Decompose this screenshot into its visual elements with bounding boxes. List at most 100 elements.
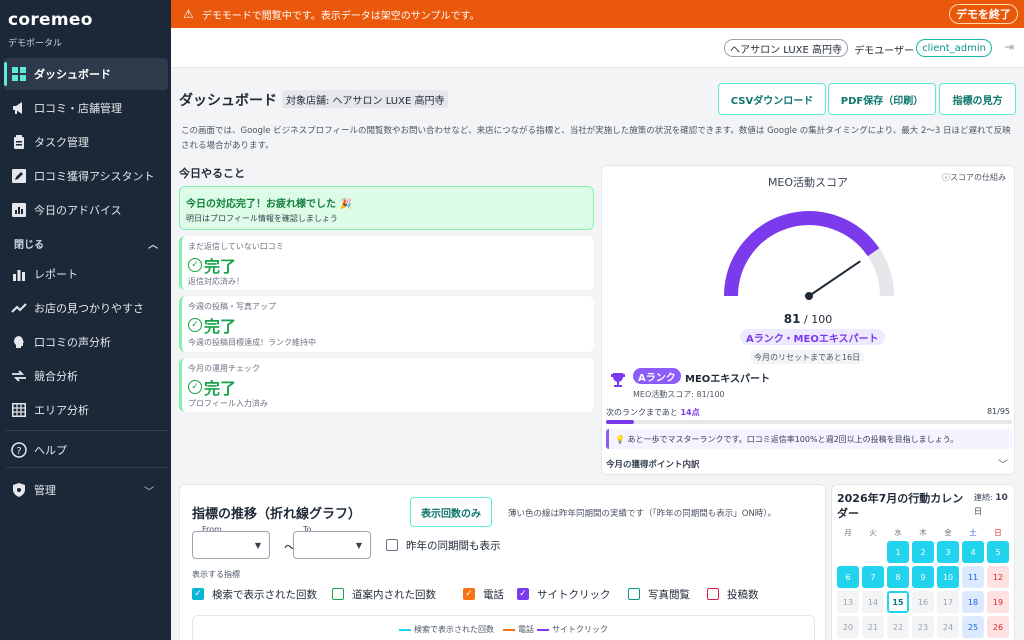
store-selector[interactable]: ヘアサロン LUXE 高円寺 xyxy=(724,39,848,57)
to-date-select[interactable]: ▼ xyxy=(293,531,371,559)
todo-status-text: 完了 xyxy=(204,257,237,276)
calendar-day[interactable]: 25 xyxy=(962,616,984,638)
calendar-day[interactable]: 13 xyxy=(837,591,859,613)
calendar-day[interactable]: 10 xyxy=(937,566,959,588)
todo-card-status: ✓ 完了 xyxy=(188,253,236,277)
calendar-day[interactable]: 1 xyxy=(887,541,909,563)
metric-checkbox[interactable]: ✓ xyxy=(463,588,475,600)
sidebar-item-findability[interactable]: お店の見つかりやすさ xyxy=(4,292,168,324)
metric-label: 電話 xyxy=(483,589,504,601)
calendar-day[interactable]: 16 xyxy=(912,591,934,613)
metric-checkbox[interactable]: ✓ xyxy=(192,588,204,600)
trend-title: 指標の推移（折れ線グラフ） xyxy=(192,507,362,522)
score-gauge xyxy=(724,211,894,300)
calendar-day[interactable]: 8 xyxy=(887,566,909,588)
check-circle-icon: ✓ xyxy=(188,258,202,272)
trend-up-icon xyxy=(4,302,34,314)
pdf-save-button[interactable]: PDF保存（印刷） xyxy=(828,83,936,115)
todo-card-posts[interactable]: 今週の投稿・写真アップ ✓ 完了 今週の投稿目標達成！ランク維持中 xyxy=(179,296,594,352)
app-logo[interactable]: coremeo xyxy=(8,10,93,30)
calendar-day[interactable]: 18 xyxy=(962,591,984,613)
compare-icon xyxy=(4,370,34,382)
sidebar-item-review-assistant[interactable]: 口コミ獲得アシスタント xyxy=(4,160,168,192)
calendar-day[interactable]: 3 xyxy=(937,541,959,563)
sidebar-divider xyxy=(6,467,168,468)
sidebar-section-toggle[interactable]: 閉じる ︿ xyxy=(14,236,158,251)
last-year-checkbox[interactable] xyxy=(386,539,398,551)
rank-chip: Aランク・MEOエキスパート xyxy=(740,329,885,345)
calendar-day[interactable]: 2 xyxy=(912,541,934,563)
check-circle-icon: ✓ xyxy=(188,318,202,332)
sidebar-divider xyxy=(6,430,168,431)
todo-card-label: 今月の運用チェック xyxy=(188,364,260,373)
points-breakdown-toggle[interactable]: 今月の獲得ポイント内訳 xyxy=(606,458,700,470)
page-title: ダッシュボード xyxy=(179,93,277,109)
sidebar-item-report[interactable]: レポート xyxy=(4,258,168,290)
metric-label: 検索で表示された回数 xyxy=(212,589,317,601)
score-max: / 100 xyxy=(804,313,833,326)
calendar-day[interactable]: 14 xyxy=(862,591,884,613)
todo-card-monthly[interactable]: 今月の運用チェック ✓ 完了 プロフィール入力済み xyxy=(179,358,594,412)
sidebar-item-area[interactable]: エリア分析 xyxy=(4,394,168,426)
metric-checkbox[interactable] xyxy=(332,588,344,600)
streak-unit: 日 xyxy=(974,507,982,516)
user-bar: ヘアサロン LUXE 高円寺 デモユーザー client_admin ⇥ xyxy=(171,28,1024,68)
user-role-badge[interactable]: client_admin xyxy=(916,39,992,57)
calendar-day[interactable]: 17 xyxy=(937,591,959,613)
chevron-down-icon[interactable]: ﹀ xyxy=(998,456,1008,471)
calendar-day[interactable]: 9 xyxy=(912,566,934,588)
reset-countdown: 今月のリセットまであと16日 xyxy=(750,350,865,364)
demo-banner-message: デモモードで閲覧中です。表示データは架空のサンプルです。 xyxy=(201,10,480,22)
clipboard-icon xyxy=(4,135,34,149)
metric-checkbox[interactable]: ✓ xyxy=(517,588,529,600)
calendar-day[interactable]: 15 xyxy=(887,591,909,613)
calendar-day[interactable]: 5 xyxy=(987,541,1009,563)
sidebar-section-label: 閉じる xyxy=(14,240,44,251)
metric-checkbox[interactable] xyxy=(707,588,719,600)
metric-label: 写真閲覧 xyxy=(648,589,690,601)
calendar-dow: 水 xyxy=(894,528,902,537)
sidebar-item-dashboard[interactable]: ダッシュボード xyxy=(4,58,168,90)
calendar-day[interactable]: 19 xyxy=(987,591,1009,613)
calendar-dow: 土 xyxy=(969,528,977,537)
sidebar-item-advice[interactable]: 今日のアドバイス xyxy=(4,194,168,226)
svg-text:?: ? xyxy=(16,446,21,457)
logout-icon[interactable]: ⇥ xyxy=(1004,40,1014,54)
from-date-select[interactable]: ▼ xyxy=(192,531,270,559)
calendar-day[interactable]: 7 xyxy=(862,566,884,588)
calendar-day[interactable]: 21 xyxy=(862,616,884,638)
metric-label: 道案内された回数 xyxy=(352,589,436,601)
sidebar-item-label: エリア分析 xyxy=(34,404,89,417)
end-demo-button[interactable]: デモを終了 xyxy=(949,4,1018,24)
calendar-dow: 月 xyxy=(844,528,852,537)
todo-card-reviews[interactable]: まだ返信していない口コミ ✓ 完了 返信対応済み！ xyxy=(179,236,594,290)
calendar-day[interactable]: 23 xyxy=(912,616,934,638)
csv-download-button[interactable]: CSVダウンロード xyxy=(718,83,826,115)
calendar-day[interactable]: 11 xyxy=(962,566,984,588)
calendar-day[interactable]: 24 xyxy=(937,616,959,638)
calendar-title: 2026年7月の行動カレンダー xyxy=(837,492,964,520)
calendar-day[interactable]: 26 xyxy=(987,616,1009,638)
sidebar-item-label: ヘルプ xyxy=(34,444,67,457)
main-content: ダッシュボード 対象店舗: ヘアサロン LUXE 高円寺 CSVダウンロード P… xyxy=(171,68,1024,640)
sidebar-item-tasks[interactable]: タスク管理 xyxy=(4,126,168,158)
sidebar-item-reviews[interactable]: 口コミ・店舗管理 xyxy=(4,92,168,124)
calendar-day[interactable]: 12 xyxy=(987,566,1009,588)
sidebar-item-competitor[interactable]: 競合分析 xyxy=(4,360,168,392)
todo-card-sub: 今週の投稿目標達成！ランク維持中 xyxy=(188,338,316,347)
grid-icon xyxy=(4,67,34,81)
todo-complete-banner: 今日の対応完了！お疲れ様でした 🎉 明日はプロフィール情報を確認しましょう xyxy=(179,186,594,230)
score-help-link[interactable]: ⓘスコアの仕組み xyxy=(942,172,1006,183)
sidebar-item-label: レポート xyxy=(34,268,78,281)
calendar-day[interactable]: 4 xyxy=(962,541,984,563)
show-impressions-only-button[interactable]: 表示回数のみ xyxy=(410,497,492,527)
sidebar-item-voice-analysis[interactable]: 口コミの声分析 xyxy=(4,326,168,358)
calendar-day[interactable]: 22 xyxy=(887,616,909,638)
calendar-day[interactable]: 6 xyxy=(837,566,859,588)
chart-area: 検索で表示された回数 電話 サイトクリック xyxy=(192,615,815,640)
metrics-guide-button[interactable]: 指標の見方 xyxy=(939,83,1016,115)
sidebar-item-help[interactable]: ? ヘルプ xyxy=(4,434,168,466)
metric-checkbox[interactable] xyxy=(628,588,640,600)
calendar-day[interactable]: 20 xyxy=(837,616,859,638)
sidebar-item-admin[interactable]: 管理 ﹀ xyxy=(4,474,168,506)
